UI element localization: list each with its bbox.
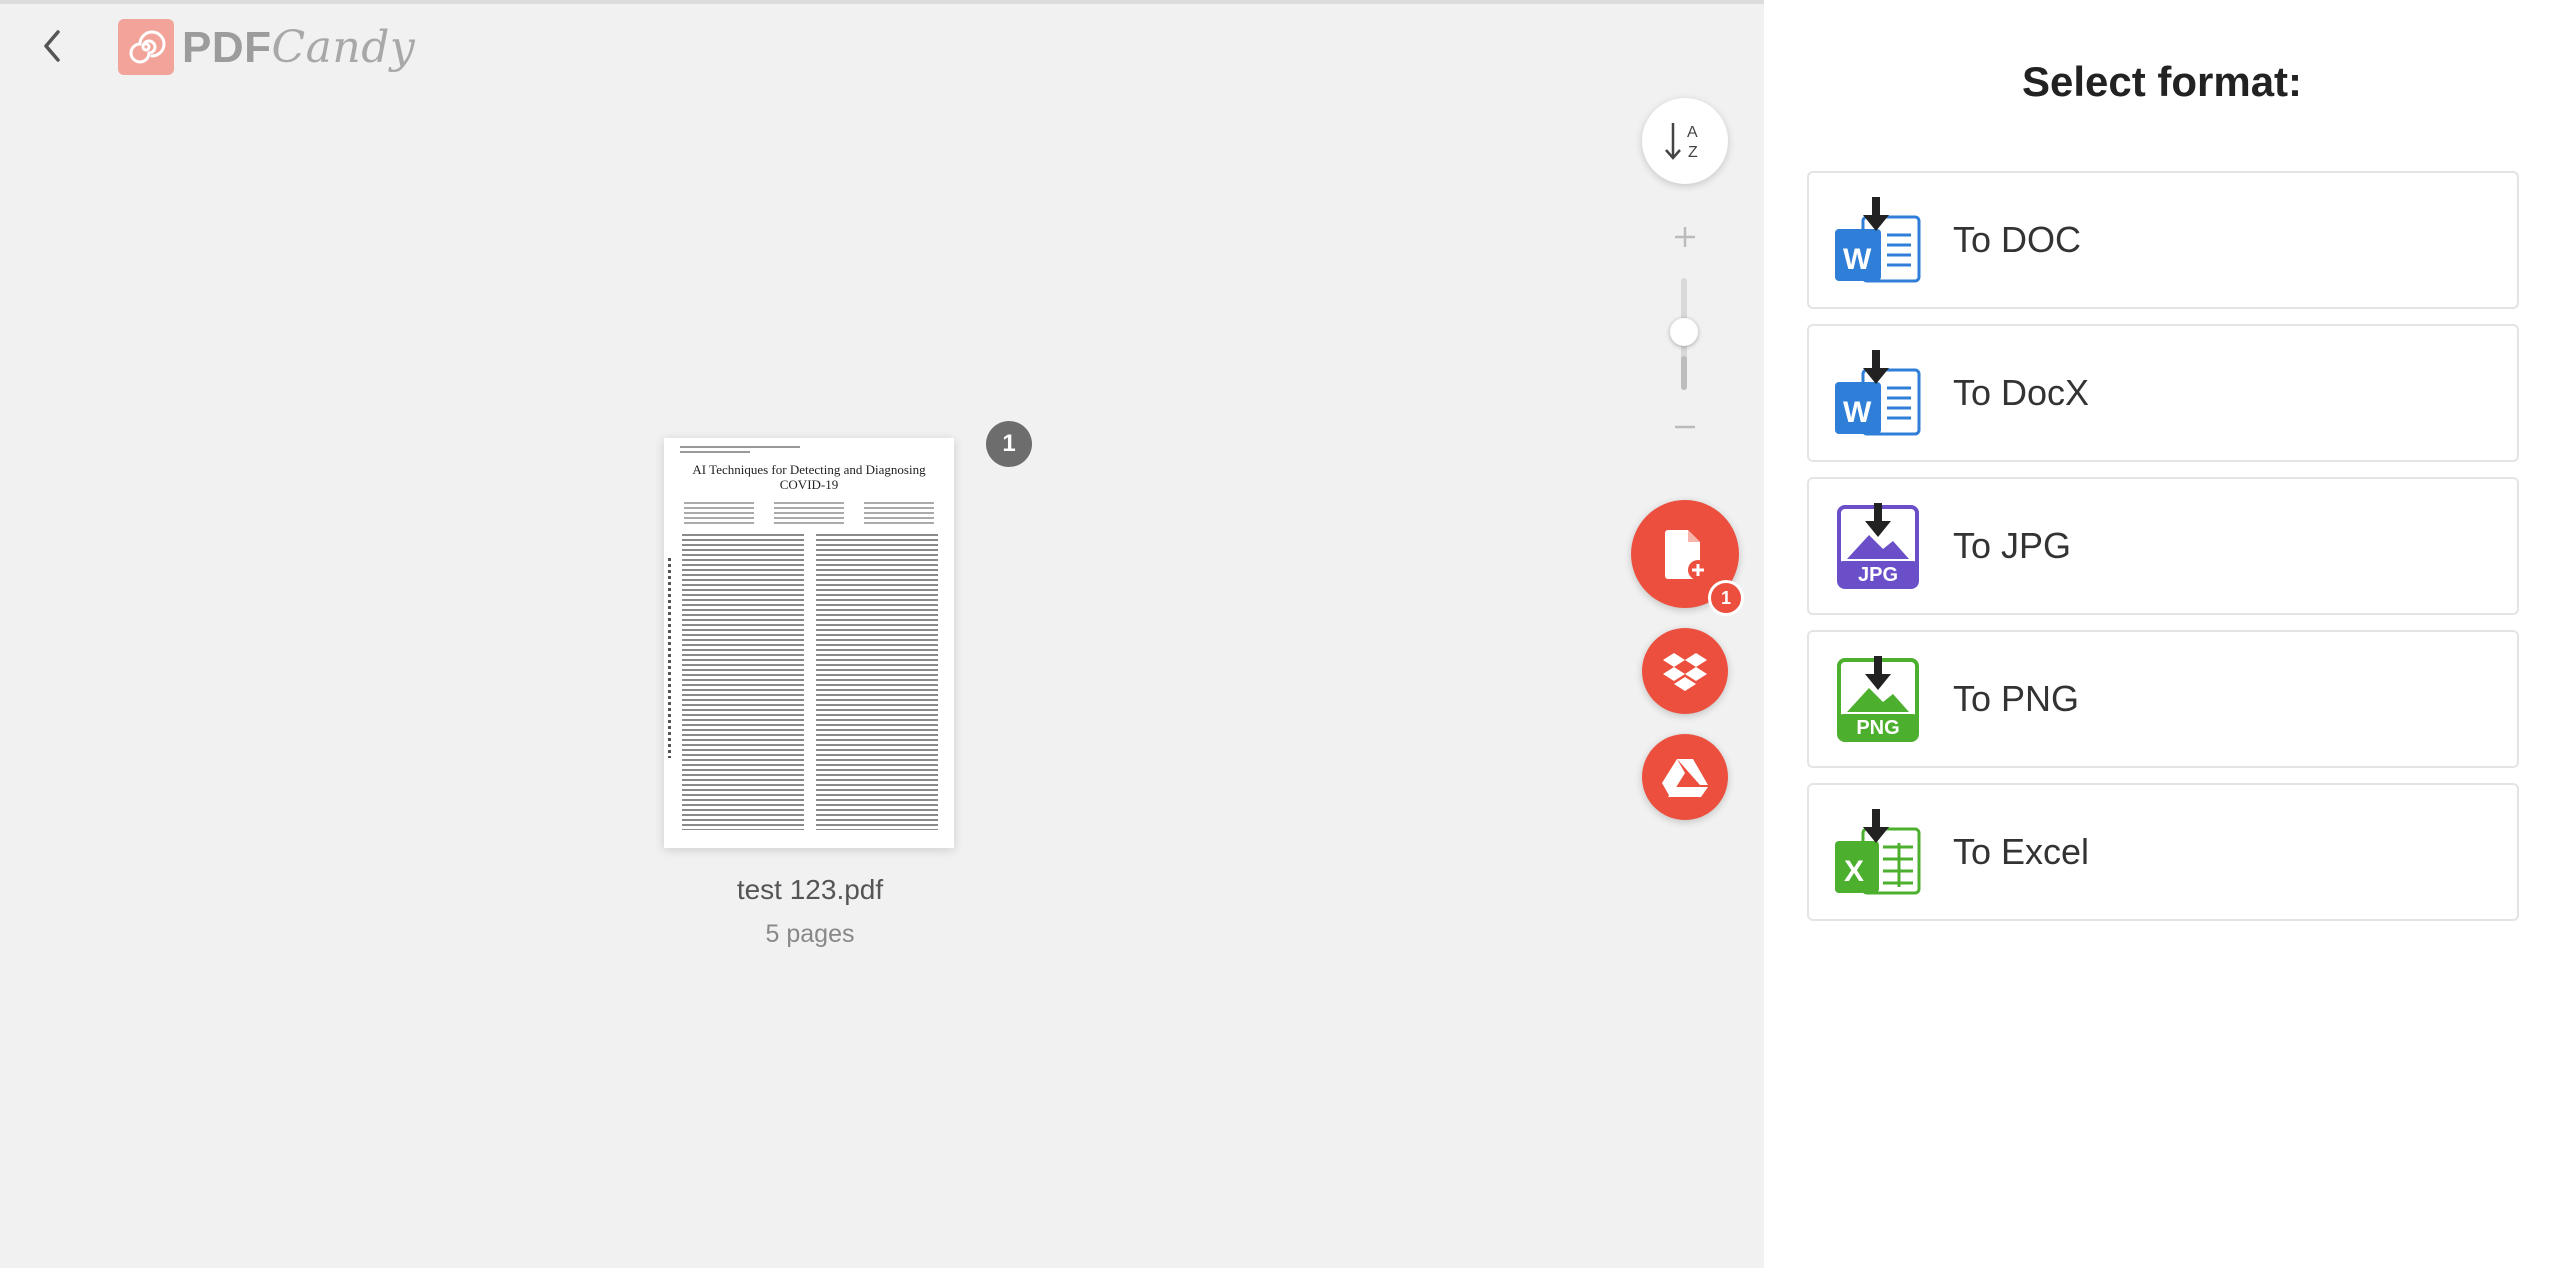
page-number-badge: 1 xyxy=(986,421,1032,467)
google-drive-icon xyxy=(1662,759,1708,797)
logo-text-pdf: PDF xyxy=(182,22,272,72)
google-drive-button[interactable] xyxy=(1642,734,1728,820)
file-count-badge: 1 xyxy=(1708,580,1744,616)
panel-title: Select format: xyxy=(2021,58,2303,105)
svg-text:W: W xyxy=(1843,243,1872,276)
format-option-png[interactable]: PNG To PNG xyxy=(1807,630,2519,768)
pdfcandy-logo[interactable]: PDFCandy xyxy=(118,19,415,75)
add-file-icon xyxy=(1665,530,1708,580)
paper-title-line-2: COVID-19 xyxy=(779,477,839,492)
paper-margin-text xyxy=(668,558,671,758)
paper-column-right xyxy=(816,534,938,830)
zoom-out-button[interactable] xyxy=(1668,410,1702,444)
format-label-png: To PNG xyxy=(1953,678,2080,719)
zoom-slider-fill xyxy=(1681,356,1687,390)
paper-body xyxy=(682,534,938,830)
paper-title-line-1: AI Techniques for Detecting and Diagnosi… xyxy=(692,462,926,477)
svg-text:W: W xyxy=(1843,396,1872,429)
format-option-docx[interactable]: W To DocX xyxy=(1807,324,2519,462)
format-option-jpg[interactable]: JPG To JPG xyxy=(1807,477,2519,615)
pdf-thumbnail[interactable]: AI Techniques for Detecting and Diagnosi… xyxy=(664,438,954,848)
sort-az-icon: A Z xyxy=(1665,123,1698,161)
format-option-excel[interactable]: X To Excel xyxy=(1807,783,2519,921)
sort-az-button[interactable]: A Z xyxy=(1642,98,1728,184)
zoom-slider-thumb[interactable] xyxy=(1670,318,1698,346)
chevron-left-icon xyxy=(44,30,60,62)
paper-column-left xyxy=(682,534,804,830)
minus-icon xyxy=(1675,425,1695,429)
dropbox-button[interactable] xyxy=(1642,628,1728,714)
paper-header-text xyxy=(680,446,800,453)
png-icon: PNG xyxy=(1833,654,1923,744)
word-docx-icon: W xyxy=(1833,348,1923,438)
logo-text-candy: Candy xyxy=(271,21,416,73)
paper-authors xyxy=(684,502,934,524)
lollipop-icon xyxy=(118,19,174,75)
format-option-doc[interactable]: W To DOC xyxy=(1807,171,2519,309)
plus-icon xyxy=(1675,227,1695,247)
dropbox-icon xyxy=(1663,653,1707,691)
word-doc-icon: W xyxy=(1833,195,1923,285)
jpg-icon: JPG xyxy=(1833,501,1923,591)
file-name: test 123.pdf xyxy=(736,874,884,905)
format-label-docx: To DocX xyxy=(1953,372,2090,413)
paper-title: AI Techniques for Detecting and Diagnosi… xyxy=(664,462,954,492)
logo-text: PDFCandy xyxy=(182,22,415,73)
format-label-excel: To Excel xyxy=(1953,831,2090,872)
jpg-tag: JPG xyxy=(1858,564,1898,586)
format-list: W To DOC W To DocX JPG To JPG PNG To PNG… xyxy=(1807,171,2519,936)
svg-text:X: X xyxy=(1844,855,1864,888)
format-label-doc: To DOC xyxy=(1953,219,2082,260)
format-panel: Select format: W To DOC W To DocX JPG To… xyxy=(1764,0,2560,1268)
svg-text:A: A xyxy=(1687,124,1698,141)
png-tag: PNG xyxy=(1856,717,1899,739)
svg-text:Z: Z xyxy=(1688,144,1698,161)
zoom-in-button[interactable] xyxy=(1668,220,1702,254)
excel-icon: X xyxy=(1833,807,1923,897)
back-button[interactable] xyxy=(34,26,74,66)
file-page-count: 5 pages xyxy=(765,920,855,948)
format-label-jpg: To JPG xyxy=(1953,525,2072,566)
